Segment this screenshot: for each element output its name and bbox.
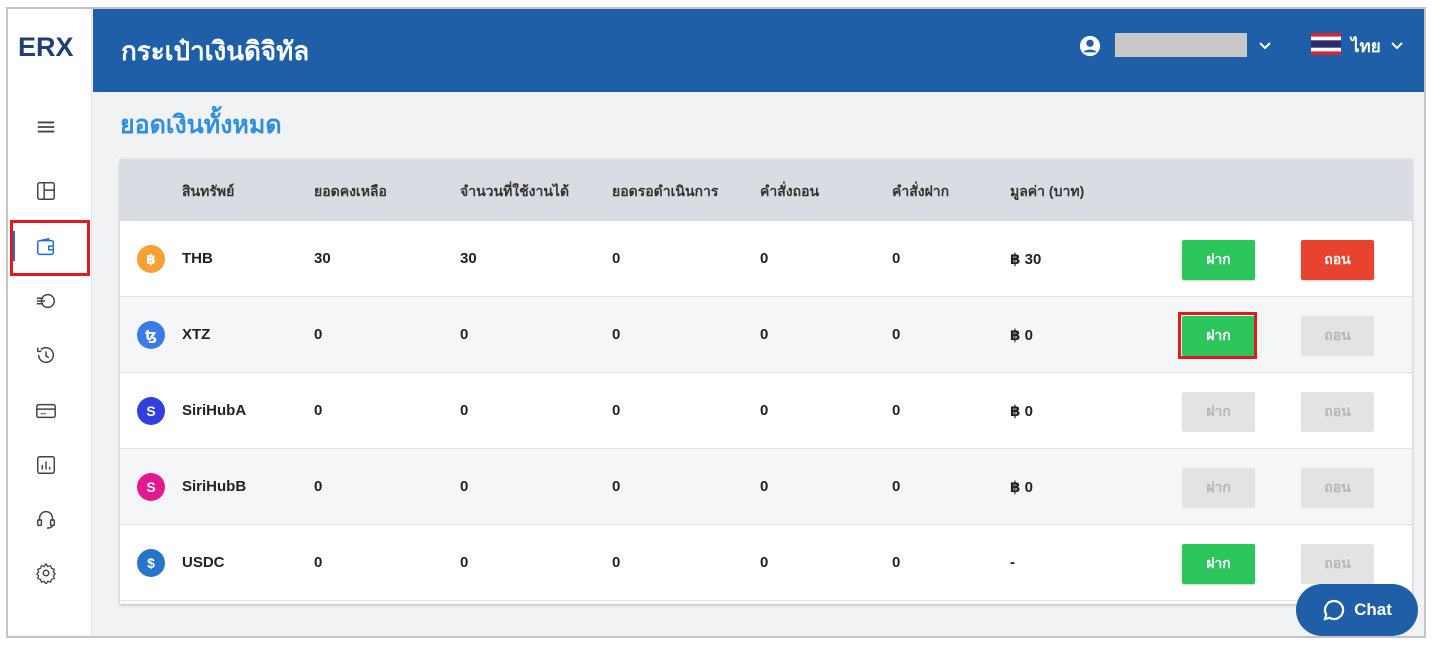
- chart-icon[interactable]: [30, 449, 62, 481]
- cell-value: ฿ 30: [1010, 251, 1042, 268]
- column-header-pending: ยอดรอดำเนินการ: [612, 183, 719, 199]
- cell-balance: 0: [314, 402, 323, 419]
- withdraw-button[interactable]: ถอน: [1301, 468, 1374, 508]
- table-row: S SiriHubB 0 0 0 0 0 ฿ 0 ฝาก ถอน: [120, 449, 1412, 525]
- cell-available: 0: [460, 402, 469, 419]
- cell-asset: SiriHubA: [182, 402, 247, 419]
- table-row: S SiriHubA 0 0 0 0 0 ฿ 0 ฝาก ถอน: [120, 373, 1412, 449]
- cell-value: ฿ 0: [1010, 479, 1033, 496]
- transfer-icon[interactable]: [30, 285, 62, 317]
- history-icon[interactable]: [30, 339, 62, 371]
- cell-asset: XTZ: [182, 326, 211, 343]
- cell-deposit-orders: 0: [892, 478, 901, 495]
- app-window: ERX กระเป๋าเงินดิจิทัล ไทย ยอดเงินทั้งหม…: [6, 7, 1426, 638]
- cell-withdraw-orders: 0: [760, 478, 769, 495]
- withdraw-button[interactable]: ถอน: [1301, 544, 1374, 584]
- coin-xtz-icon: ꜩ: [137, 321, 165, 349]
- column-header-withdraw-orders: คำสั่งถอน: [760, 183, 820, 199]
- cell-balance: 30: [314, 250, 331, 267]
- cell-available: 0: [460, 478, 469, 495]
- cell-pending: 0: [612, 402, 621, 419]
- column-header-deposit-orders: คำสั่งฝาก: [892, 183, 950, 199]
- settings-icon[interactable]: [30, 557, 62, 589]
- cell-balance: 0: [314, 326, 323, 343]
- cell-withdraw-orders: 0: [760, 250, 769, 267]
- cell-deposit-orders: 0: [892, 554, 901, 571]
- chat-bubble-icon: [1323, 599, 1345, 621]
- column-header-asset: สินทรัพย์: [182, 183, 235, 199]
- cell-asset: SiriHubB: [182, 478, 247, 495]
- coin-sirihubb-icon: S: [137, 473, 165, 501]
- cell-balance: 0: [314, 554, 323, 571]
- deposit-highlight-box: [1178, 312, 1257, 359]
- menu-icon[interactable]: [30, 111, 62, 143]
- page-title: กระเป๋าเงินดิจิทัล: [121, 36, 310, 66]
- column-header-value: มูลค่า (บาท): [1010, 183, 1085, 199]
- column-header-available: จำนวนที่ใช้งานได้: [460, 183, 570, 199]
- chat-label: Chat: [1354, 600, 1392, 619]
- cell-balance: 0: [314, 478, 323, 495]
- chevron-down-icon[interactable]: [1389, 37, 1405, 53]
- cell-value: ฿ 0: [1010, 327, 1033, 344]
- language-selector[interactable]: ไทย: [1351, 33, 1381, 60]
- cell-value: -: [1010, 554, 1015, 571]
- section-title: ยอดเงินทั้งหมด: [120, 111, 282, 139]
- table-header: สินทรัพย์ ยอดคงเหลือ จำนวนที่ใช้งานได้ ย…: [120, 159, 1412, 221]
- coin-sirihuba-icon: S: [137, 397, 165, 425]
- balance-table: สินทรัพย์ ยอดคงเหลือ จำนวนที่ใช้งานได้ ย…: [120, 159, 1412, 604]
- cell-asset: USDC: [182, 554, 225, 571]
- svg-text:ERX: ERX: [18, 32, 74, 61]
- chat-button[interactable]: Chat: [1296, 584, 1418, 636]
- cell-pending: 0: [612, 250, 621, 267]
- chevron-down-icon[interactable]: [1257, 37, 1273, 53]
- cell-deposit-orders: 0: [892, 326, 901, 343]
- user-icon[interactable]: [1079, 35, 1101, 57]
- thai-flag-icon[interactable]: [1311, 33, 1341, 55]
- cell-pending: 0: [612, 478, 621, 495]
- deposit-button[interactable]: ฝาก: [1182, 468, 1255, 508]
- cell-asset: THB: [182, 250, 213, 267]
- cell-available: 30: [460, 250, 477, 267]
- withdraw-button[interactable]: ถอน: [1301, 316, 1374, 356]
- user-name-redacted[interactable]: [1115, 33, 1247, 57]
- column-header-balance: ยอดคงเหลือ: [314, 183, 387, 199]
- deposit-button[interactable]: ฝาก: [1182, 240, 1255, 280]
- cell-available: 0: [460, 326, 469, 343]
- cell-deposit-orders: 0: [892, 402, 901, 419]
- table-row: $ USDC 0 0 0 0 0 - ฝาก ถอน: [120, 525, 1412, 601]
- deposit-button[interactable]: ฝาก: [1182, 392, 1255, 432]
- table-row: ꜩ XTZ 0 0 0 0 0 ฿ 0 ฝาก ถอน: [120, 297, 1412, 373]
- coin-thb-icon: ฿: [137, 245, 165, 273]
- cell-available: 0: [460, 554, 469, 571]
- withdraw-button[interactable]: ถอน: [1301, 240, 1374, 280]
- card-icon[interactable]: [30, 395, 62, 427]
- withdraw-button[interactable]: ถอน: [1301, 392, 1374, 432]
- cell-pending: 0: [612, 326, 621, 343]
- table-row: ฿ THB 30 30 0 0 0 ฿ 30 ฝาก ถอน: [120, 221, 1412, 297]
- top-bar: กระเป๋าเงินดิจิทัล ไทย: [93, 9, 1424, 92]
- cell-pending: 0: [612, 554, 621, 571]
- cell-withdraw-orders: 0: [760, 326, 769, 343]
- sidebar: ERX: [8, 9, 92, 636]
- cell-value: ฿ 0: [1010, 403, 1033, 420]
- cell-withdraw-orders: 0: [760, 554, 769, 571]
- coin-usdc-icon: $: [137, 549, 165, 577]
- cell-deposit-orders: 0: [892, 250, 901, 267]
- wallet-highlight-box: [10, 220, 90, 276]
- support-icon[interactable]: [30, 503, 62, 535]
- cell-withdraw-orders: 0: [760, 402, 769, 419]
- deposit-button[interactable]: ฝาก: [1182, 544, 1255, 584]
- dashboard-icon[interactable]: [30, 175, 62, 207]
- erx-logo[interactable]: ERX: [18, 31, 78, 61]
